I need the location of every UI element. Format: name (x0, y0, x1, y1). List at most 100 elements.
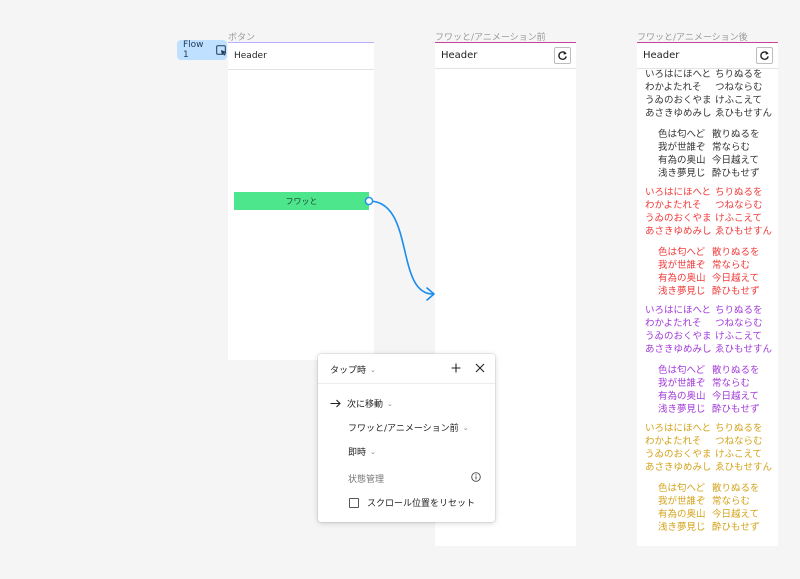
poem-block-hiragana: いろはにほへと ちりぬるを わかよたれそ つねならむ うゐのおくやま けふこえて あさきゆめ… (645, 422, 772, 474)
poem-line: 色は匂へど 散りぬるを (658, 246, 760, 259)
poem-phrase: うゐのおくやま (645, 213, 712, 224)
poem-phrase: 今日越えて (712, 155, 760, 166)
poem-phrase: うゐのおくやま (645, 95, 712, 106)
poem-phrase: 今日越えて (712, 273, 760, 284)
poem-phrase: 有為の奥山 (658, 155, 706, 166)
poem-phrase: 我が世誰ぞ (658, 260, 706, 271)
action-label: 次に移動 (347, 400, 384, 410)
poem-block-hiragana: いろはにほへと ちりぬるを わかよたれそ つねならむ うゐのおくやま けふこえて あさきゆめ… (645, 304, 772, 356)
poem-phrase: けふこえて (715, 95, 763, 106)
poem-phrase: 散りぬるを (712, 129, 760, 140)
poem-line: 浅き夢見じ 酔ひもせず (658, 167, 760, 180)
poem-phrase: 我が世誰ぞ (658, 142, 706, 153)
trigger-select[interactable]: タップ時 ⌄ (330, 363, 376, 377)
poem-line: うゐのおくやま けふこえて (645, 94, 772, 107)
poem-phrase: 有為の奥山 (658, 391, 706, 402)
poem-line: いろはにほへと ちりぬるを (645, 186, 772, 199)
action-select[interactable]: 次に移動 ⌄ (330, 397, 393, 410)
poem-block-kanji: 色は匂へど 散りぬるを 我が世誰ぞ 常ならむ 有為の奥山 今日越えて 浅き夢見じ 酔ひもせず (658, 128, 760, 180)
poem-phrase: いろはにほへと (645, 423, 712, 434)
animation-select[interactable]: 即時 ⌄ (348, 445, 376, 459)
play-frame-icon (216, 44, 227, 56)
fuwatto-button[interactable]: フワッと (234, 192, 369, 210)
poem-phrase: けふこえて (715, 449, 763, 460)
poem-phrase: 浅き夢見じ (658, 286, 706, 297)
header-title: Header (643, 50, 680, 61)
chevron-down-icon: ⌄ (462, 423, 469, 432)
poem-line: 我が世誰ぞ 常ならむ (658, 377, 760, 390)
flow-start-tag[interactable]: Flow 1 (177, 40, 227, 60)
poem-phrase: 浅き夢見じ (658, 168, 706, 179)
poem-phrase: ちりぬるを (715, 305, 763, 316)
destination-label: フワッと/アニメーション前 (348, 424, 459, 434)
poem-phrase: 色は匂へど (658, 483, 706, 494)
poem-phrase: ゑひもせすん (715, 344, 773, 355)
poem-phrase: 常ならむ (712, 378, 751, 389)
poem-line: 浅き夢見じ 酔ひもせず (658, 521, 760, 534)
chevron-down-icon: ⌄ (370, 365, 376, 374)
poem-block-hiragana: いろはにほへと ちりぬるを わかよたれそ つねならむ うゐのおくやま けふこえて あさきゆめ… (645, 186, 772, 238)
poem-phrase: うゐのおくやま (645, 331, 712, 342)
reset-scroll-row[interactable]: スクロール位置をリセット (349, 496, 475, 509)
poem-line: 有為の奥山 今日越えて (658, 390, 760, 403)
poem-phrase: ちりぬるを (715, 69, 763, 80)
button-label: フワッと (285, 196, 318, 206)
poem-phrase: 今日越えて (712, 509, 760, 520)
poem-line: あさきゆめみし ゑひもせすん (645, 343, 772, 356)
info-icon[interactable] (471, 472, 481, 485)
poem-phrase: わかよたれそ (645, 200, 702, 211)
poem-phrase: 常ならむ (712, 496, 751, 507)
poem-phrase: ちりぬるを (715, 423, 763, 434)
poem-line: わかよたれそ つねならむ (645, 199, 772, 212)
poem-phrase: けふこえて (715, 213, 763, 224)
reload-icon[interactable] (554, 47, 571, 64)
poem-line: 浅き夢見じ 酔ひもせず (658, 403, 760, 416)
poem-phrase: 散りぬるを (712, 365, 760, 376)
poem-line: わかよたれそ つねならむ (645, 317, 772, 330)
poem-phrase: ゑひもせすん (715, 462, 773, 473)
poem-line: いろはにほへと ちりぬるを (645, 68, 772, 81)
poem-line: 色は匂へど 散りぬるを (658, 482, 760, 495)
poem-phrase: わかよたれそ (645, 82, 702, 93)
poem-phrase: あさきゆめみし (645, 462, 712, 473)
poem-line: あさきゆめみし ゑひもせすん (645, 107, 772, 120)
poem-phrase: 有為の奥山 (658, 509, 706, 520)
poem-phrase: つねならむ (715, 318, 763, 329)
destination-select[interactable]: フワッと/アニメーション前 ⌄ (348, 421, 469, 435)
poem-line: うゐのおくやま けふこえて (645, 448, 772, 461)
plus-icon[interactable] (451, 363, 461, 376)
poem-phrase: つねならむ (715, 200, 763, 211)
poem-phrase: けふこえて (715, 331, 763, 342)
poem-phrase: 浅き夢見じ (658, 404, 706, 415)
poem-phrase: いろはにほへと (645, 187, 712, 198)
poem-phrase: つねならむ (715, 82, 763, 93)
poem-phrase: うゐのおくやま (645, 449, 712, 460)
poem-phrase: あさきゆめみし (645, 108, 712, 119)
poem-line: いろはにほへと ちりぬるを (645, 304, 772, 317)
poem-line: 我が世誰ぞ 常ならむ (658, 495, 760, 508)
poem-phrase: あさきゆめみし (645, 344, 712, 355)
poem-phrase: 色は匂へど (658, 365, 706, 376)
poem-phrase: 今日越えて (712, 391, 760, 402)
poem-block-kanji: 色は匂へど 散りぬるを 我が世誰ぞ 常ならむ 有為の奥山 今日越えて 浅き夢見じ 酔ひもせず (658, 482, 760, 534)
state-management-row: 状態管理 (348, 472, 384, 485)
poem-phrase: 酔ひもせず (712, 522, 760, 533)
reset-scroll-label: スクロール位置をリセット (367, 499, 476, 509)
poem-phrase: 有為の奥山 (658, 273, 706, 284)
poem-phrase: わかよたれそ (645, 318, 702, 329)
reload-icon[interactable] (756, 47, 773, 64)
poem-line: うゐのおくやま けふこえて (645, 330, 772, 343)
poem-phrase: つねならむ (715, 436, 763, 447)
close-icon[interactable] (475, 363, 485, 376)
reset-scroll-checkbox[interactable] (349, 497, 359, 508)
interaction-popover[interactable]: タップ時 ⌄ 次に移動 ⌄ フワッと/アニメーション前 ⌄ 即時 ⌄ 状態管理 (318, 354, 495, 522)
poem-phrase: 酔ひもせず (712, 404, 760, 415)
poem-phrase: わかよたれそ (645, 436, 702, 447)
poem-line: いろはにほへと ちりぬるを (645, 422, 772, 435)
trigger-label: タップ時 (330, 366, 367, 376)
poem-phrase: ゑひもせすん (715, 108, 773, 119)
poem-phrase: いろはにほへと (645, 305, 712, 316)
poem-phrase: 常ならむ (712, 260, 751, 271)
poem-block-kanji: 色は匂へど 散りぬるを 我が世誰ぞ 常ならむ 有為の奥山 今日越えて 浅き夢見じ 酔ひもせず (658, 246, 760, 298)
poem-line: わかよたれそ つねならむ (645, 81, 772, 94)
